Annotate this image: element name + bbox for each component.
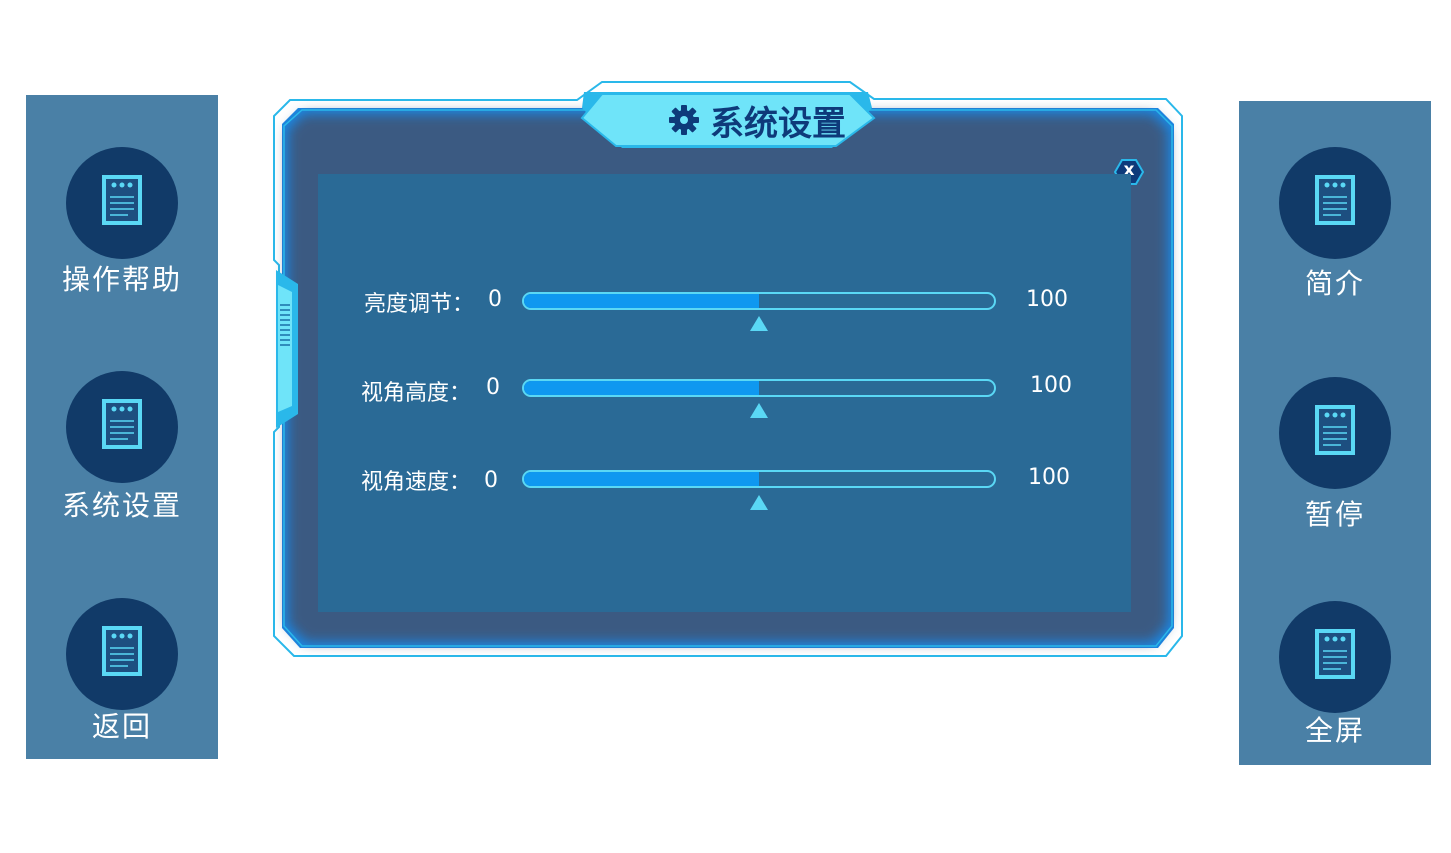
right-sidebar: 简介 暂停 全屏 [1239, 101, 1431, 765]
pause-label: 暂停 [1304, 498, 1365, 531]
view-speed-min: 0 [484, 468, 498, 493]
system-settings-button[interactable]: 系统设置 [26, 371, 218, 522]
brightness-min: 0 [488, 287, 502, 312]
pause-button[interactable]: 暂停 [1239, 377, 1431, 531]
view-height-slider-row: 视角高度： 0 100 [318, 373, 1131, 433]
view-height-slider-track[interactable] [522, 379, 996, 397]
button-circle [1279, 377, 1391, 489]
brightness-slider-row: 亮度调节： 0 100 [318, 286, 1131, 346]
brightness-slider-track[interactable] [522, 292, 996, 310]
button-circle [66, 147, 178, 259]
view-height-label: 视角高度： [361, 381, 472, 406]
settings-dialog: 系统设置 x 亮度调节： 0 100 视角高度： 0 100 视角速度： 0 1… [272, 80, 1186, 660]
fullscreen-button[interactable]: 全屏 [1239, 601, 1431, 751]
brightness-label: 亮度调节： [364, 292, 475, 317]
view-height-slider-thumb[interactable] [750, 403, 768, 418]
left-sidebar: 操作帮助 系统设置 返回 [26, 95, 218, 759]
document-icon [1315, 629, 1355, 679]
view-speed-slider-fill [524, 472, 759, 486]
button-circle [66, 371, 178, 483]
button-circle [1279, 147, 1391, 259]
view-speed-slider-thumb[interactable] [750, 495, 768, 510]
help-button[interactable]: 操作帮助 [26, 147, 218, 297]
dialog-title: 系统设置 [668, 98, 846, 144]
view-height-max: 100 [1030, 373, 1072, 398]
brightness-slider-fill [524, 294, 759, 308]
view-speed-label: 视角速度： [361, 470, 472, 495]
system-settings-label: 系统设置 [61, 489, 182, 522]
help-label: 操作帮助 [61, 263, 182, 296]
view-height-min: 0 [486, 375, 500, 400]
dialog-content: 亮度调节： 0 100 视角高度： 0 100 视角速度： 0 100 [318, 174, 1131, 612]
button-circle [66, 598, 178, 710]
intro-button[interactable]: 简介 [1239, 147, 1431, 300]
document-icon [102, 399, 142, 449]
back-button[interactable]: 返回 [26, 598, 218, 748]
intro-label: 简介 [1304, 267, 1365, 300]
fullscreen-label: 全屏 [1304, 714, 1365, 747]
brightness-slider-thumb[interactable] [750, 316, 768, 331]
button-circle [1279, 601, 1391, 713]
document-icon [102, 626, 142, 676]
dialog-title-text: 系统设置 [710, 103, 846, 144]
back-label: 返回 [91, 710, 152, 743]
view-speed-slider-row: 视角速度： 0 100 [318, 464, 1131, 524]
view-speed-max: 100 [1028, 465, 1070, 490]
view-height-slider-fill [524, 381, 759, 395]
brightness-max: 100 [1026, 287, 1068, 312]
document-icon [102, 175, 142, 225]
document-icon [1315, 175, 1355, 225]
gear-icon [669, 105, 699, 135]
document-icon [1315, 405, 1355, 455]
view-speed-slider-track[interactable] [522, 470, 996, 488]
